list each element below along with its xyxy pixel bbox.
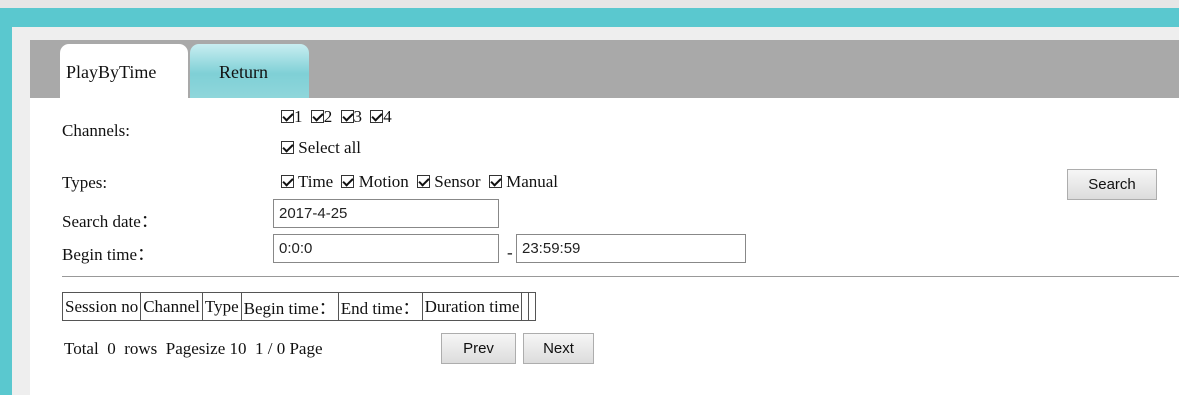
select-all-checkbox[interactable]: Select all: [281, 138, 361, 158]
column-header-session-no: Session no: [61, 292, 142, 321]
tab-playbytime[interactable]: PlayByTime: [60, 44, 188, 98]
checkbox-checked-icon: [281, 175, 294, 188]
search-button[interactable]: Search: [1067, 169, 1157, 200]
channel-checkbox-group: 1 2 3 4: [281, 107, 396, 127]
top-strip: [0, 0, 1179, 8]
type-sensor-checkbox[interactable]: Sensor: [417, 172, 481, 191]
tab-return[interactable]: Return: [190, 44, 309, 98]
column-header-begin-time: Begin time：: [240, 292, 339, 321]
begin-time-input[interactable]: [273, 234, 499, 263]
column-header-end-time: End time：: [337, 292, 423, 321]
checkbox-checked-icon: [310, 110, 324, 123]
column-header-type: Type: [201, 292, 242, 321]
table-header-row: Session no Channel Type Begin time： End …: [61, 292, 537, 321]
channel-2-checkbox[interactable]: 2: [310, 107, 332, 126]
type-time-checkbox[interactable]: Time: [281, 172, 333, 191]
channels-label: Channels:: [62, 121, 130, 140]
channel-4-checkbox[interactable]: 4: [370, 107, 392, 126]
checkbox-checked-icon: [341, 175, 355, 188]
checkbox-checked-icon: [340, 110, 354, 123]
type-motion-checkbox[interactable]: Motion: [341, 172, 409, 191]
type-checkbox-group: Time Motion Sensor Manual: [281, 172, 562, 192]
total-rows-count: 0: [107, 339, 116, 358]
divider: [62, 276, 1179, 277]
column-header-duration-time: Duration time: [421, 292, 523, 321]
checkbox-checked-icon: [417, 175, 431, 188]
next-page-button[interactable]: Next: [523, 333, 594, 364]
checkbox-checked-icon: [281, 110, 294, 123]
page-status: 1 / 0 Page: [255, 339, 323, 358]
prev-page-button[interactable]: Prev: [441, 333, 516, 364]
page-size-value: 10: [229, 339, 247, 358]
column-header-channel: Channel: [140, 292, 203, 321]
search-date-label: Search date：: [62, 212, 158, 231]
search-date-input[interactable]: [273, 199, 499, 228]
column-header-blank: [521, 292, 530, 321]
end-time-input[interactable]: [516, 234, 746, 263]
type-manual-checkbox[interactable]: Manual: [488, 172, 558, 191]
header-bar: [0, 8, 1179, 27]
channel-1-checkbox[interactable]: 1: [281, 107, 303, 126]
channel-3-checkbox[interactable]: 3: [340, 107, 362, 126]
begin-time-label: Begin time：: [62, 245, 155, 264]
pagination-info: Total 0 rows Pagesize 10 1 / 0 Page: [64, 339, 323, 358]
checkbox-checked-icon: [488, 175, 502, 188]
range-separator: -: [507, 243, 513, 262]
types-label: Types:: [62, 173, 108, 192]
checkbox-checked-icon: [370, 110, 384, 123]
checkbox-checked-icon: [281, 141, 294, 154]
results-table: Session no Channel Type Begin time： End …: [61, 292, 537, 321]
column-header-blank: [528, 292, 537, 321]
left-border: [0, 27, 12, 395]
